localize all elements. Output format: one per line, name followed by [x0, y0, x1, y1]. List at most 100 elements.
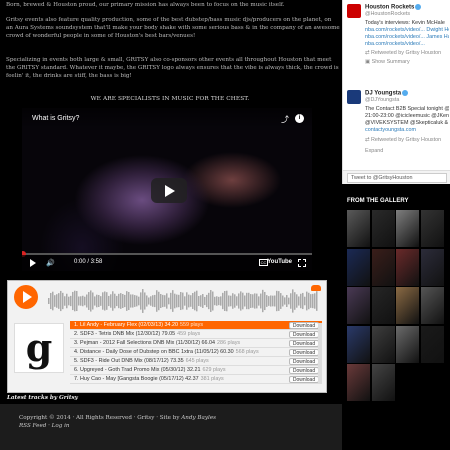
footer: Copyright © 2014 · All Rights Reserved ·… [0, 404, 342, 450]
download-button[interactable]: Download [289, 358, 319, 365]
track-row[interactable]: 3. Pejman - 2012 Fall Selections DNB Mix… [70, 339, 322, 348]
tweet-author-name-text: Houston Rockets [365, 4, 415, 11]
gallery-thumbnail[interactable] [396, 248, 419, 286]
gritsy-logo-letter: g [25, 325, 53, 370]
fullscreen-icon[interactable] [298, 259, 306, 267]
retweeted-by: ⇄ Retweeted by Gritsy Houston [365, 137, 442, 143]
soundcloud-player: g 1. Lil Andy - February Flex (02/03/13)… [7, 280, 327, 393]
tweet-author-name[interactable]: DJ Youngsta [365, 90, 409, 97]
share-icon[interactable]: ⤴ [281, 114, 290, 124]
gritsy-artwork: g [14, 323, 64, 373]
gallery-thumbnail[interactable] [347, 248, 370, 286]
twitter-timeline: Houston Rockets @HoustonRockets Today's … [342, 0, 450, 184]
track-row[interactable]: 7. Huy Cao - May [Gangsta Boogie (05/17/… [70, 375, 322, 384]
gallery-thumbnail[interactable] [371, 325, 395, 363]
tweet-link[interactable]: nba.com/rockets/video/... [365, 41, 449, 47]
gallery-thumbnail[interactable] [371, 364, 395, 401]
gallery-thumbnail[interactable] [371, 210, 395, 247]
track-title[interactable]: 6. Upgreyed - Goth Trad Promo Mix (05/30… [74, 367, 200, 373]
track-plays: 629 plays [202, 367, 226, 373]
tweet-author-handle[interactable]: @DJYoungsta [365, 97, 399, 103]
download-button[interactable]: Download [289, 322, 319, 329]
gallery-thumbnail[interactable] [347, 325, 370, 363]
show-summary-text: Show Summary [371, 59, 410, 65]
gallery-thumbnail[interactable] [420, 210, 444, 247]
copyright-line: Copyright © 2014 · All Rights Reserved ·… [19, 415, 216, 421]
tweet-text-line: 21:00-23:00 @icicleemusic @JKenzo [365, 113, 449, 119]
track-row[interactable]: 1. Lil Andy - February Flex (02/03/13) 3… [70, 321, 322, 330]
track-row[interactable]: 6. Upgreyed - Goth Trad Promo Mix (05/30… [70, 366, 322, 375]
tweet-link[interactable]: nba.com/rockets/video/... Dwight How [365, 27, 449, 33]
tweet-to-input[interactable]: Tweet to @GritsyHouston [347, 173, 447, 183]
download-button[interactable]: Download [289, 349, 319, 356]
retweeted-by: ⇄ Retweeted by Gritsy Houston [365, 50, 442, 56]
gallery-thumbnail[interactable] [347, 287, 370, 324]
large-play-button[interactable] [151, 178, 187, 203]
tweet-text-line: @VIVEKSYSTEM @Skepticaluk & SPY [365, 120, 449, 126]
gallery-thumbnail[interactable] [396, 210, 419, 247]
copyright-text: Copyright © 2014 · All Rights Reserved ·… [19, 415, 182, 421]
download-button[interactable]: Download [289, 340, 319, 347]
track-plays: 381 plays [200, 376, 224, 382]
track-row[interactable]: 2. SDF3 - Tetris DNB Mix (12/30/12) 79.0… [70, 330, 322, 339]
video-control-bar: 🔊 0:00 / 3:58 CC YouTube [22, 255, 312, 271]
rockets-avatar[interactable] [347, 4, 361, 18]
track-title[interactable]: 1. Lil Andy - February Flex (02/03/13) 3… [74, 322, 178, 328]
tweet-text-line: The Contact B2B Special tonight @F [365, 106, 449, 112]
youngsta-avatar[interactable] [347, 90, 361, 104]
track-title[interactable]: 5. SDF3 - Ride Out DNB Mix (08/17/12) 73… [74, 358, 184, 364]
volume-icon[interactable]: 🔊 [46, 259, 55, 267]
intro-paragraph: Born, brewed & Houston proud, our primar… [6, 2, 285, 8]
track-title[interactable]: 4. Distance - Daily Dose of Dubstep on B… [74, 349, 234, 355]
track-title[interactable]: 7. Huy Cao - May [Gangsta Boogie (05/17/… [74, 376, 199, 382]
gallery-thumbnail[interactable] [396, 287, 419, 324]
gallery-thumbnail[interactable] [396, 325, 419, 363]
track-plays: 559 plays [179, 322, 204, 328]
play-icon[interactable] [30, 259, 36, 267]
latest-tracks-caption[interactable]: Latest tracks by Gritsy [7, 395, 78, 401]
retweeted-by-text: Retweeted by Gritsy Houston [371, 50, 442, 56]
info-icon[interactable]: i [295, 114, 304, 123]
tweet-author-name-text: DJ Youngsta [365, 90, 402, 97]
track-title[interactable]: 2. SDF3 - Tetris DNB Mix (12/30/12) 79.0… [74, 331, 175, 337]
track-plays: 459 plays [177, 331, 201, 337]
tweet-link[interactable]: nba.com/rockets/video/... James Har [365, 34, 449, 40]
gallery-thumbnail[interactable] [347, 210, 370, 247]
download-button[interactable]: Download [289, 367, 319, 374]
track-list-scrollbar[interactable] [318, 323, 322, 383]
tweet-link[interactable]: contactyoungsta.com [365, 127, 449, 133]
specializing-paragraph: Specializing in events both large & smal… [6, 57, 339, 79]
track-plays: 645 plays [185, 358, 209, 364]
tweet-author-handle[interactable]: @HoustonRockets [365, 11, 410, 17]
main-content: Born, brewed & Houston proud, our primar… [0, 0, 342, 450]
download-button[interactable]: Download [289, 331, 319, 338]
track-row[interactable]: 5. SDF3 - Ride Out DNB Mix (08/17/12) 73… [70, 357, 322, 366]
show-summary-link[interactable]: ▣ Show Summary [365, 59, 410, 65]
track-list: 1. Lil Andy - February Flex (02/03/13) 3… [70, 321, 322, 384]
author-link[interactable]: Andy Bayles [181, 415, 216, 421]
waveform[interactable] [48, 285, 318, 317]
gallery-thumbnail[interactable] [420, 287, 444, 324]
download-button[interactable]: Download [289, 376, 319, 383]
gallery-thumbnail[interactable] [347, 364, 370, 401]
gallery-thumbnail[interactable] [420, 248, 444, 286]
gallery-thumbnail[interactable] [420, 325, 444, 363]
retweeted-by-text: Retweeted by Gritsy Houston [371, 137, 442, 143]
gallery-thumbnail[interactable] [371, 248, 395, 286]
verified-icon [402, 90, 409, 96]
tweet-text-line: Today's interviews: Kevin McHale [365, 20, 445, 26]
track-title[interactable]: 3. Pejman - 2012 Fall Selections DNB Mix… [74, 340, 215, 346]
soundcloud-logo-icon[interactable] [311, 285, 321, 291]
soundcloud-play-button[interactable] [14, 285, 38, 309]
video-title[interactable]: What is Gritsy? [32, 115, 79, 122]
gallery-thumbnail[interactable] [371, 287, 395, 324]
expand-link[interactable]: Expand [365, 148, 383, 154]
track-plays: 286 plays [217, 340, 241, 346]
video-time: 0:00 / 3:58 [74, 259, 103, 265]
youtube-logo[interactable]: YouTube [267, 259, 292, 265]
youtube-video-player[interactable]: What is Gritsy? ⤴ i 🔊 0:00 / 3:58 CC You… [22, 108, 312, 271]
gallery-title: FROM THE GALLERY [347, 198, 409, 204]
tweet-author-name[interactable]: Houston Rockets [365, 4, 422, 11]
footer-links[interactable]: RSS Feed · Log in [19, 423, 70, 429]
track-row[interactable]: 4. Distance - Daily Dose of Dubstep on B… [70, 348, 322, 357]
